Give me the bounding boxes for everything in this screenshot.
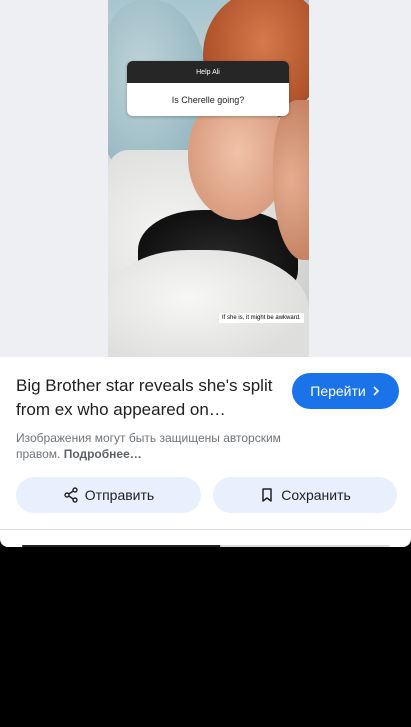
visit-button-label: Перейти — [310, 383, 366, 399]
learn-more-link[interactable]: Подробнее… — [64, 447, 142, 461]
question-header: Help Ali — [127, 61, 289, 83]
bookmark-icon — [262, 488, 272, 502]
copyright-notice: Изображения могут быть защищены авторски… — [16, 430, 296, 462]
chevron-right-icon — [373, 386, 379, 396]
visit-button[interactable]: Перейти — [292, 373, 399, 409]
result-image[interactable] — [108, 0, 309, 357]
image-viewer: Help Ali Is Cherelle going? If she is, i… — [0, 0, 411, 357]
save-label: Сохранить — [281, 487, 351, 503]
image-caption: If she is, it might be awkward. — [219, 313, 304, 323]
share-icon — [64, 487, 78, 503]
next-item-edge-light — [220, 545, 390, 547]
result-panel: Big Brother star reveals she's split fro… — [0, 357, 411, 547]
share-label: Отправить — [84, 487, 155, 503]
question-text: Is Cherelle going? — [127, 83, 289, 116]
next-item-edge — [22, 545, 222, 547]
share-button[interactable]: Отправить — [16, 477, 201, 513]
question-sticker: Help Ali Is Cherelle going? — [127, 61, 289, 116]
save-button[interactable]: Сохранить — [213, 477, 397, 513]
result-title[interactable]: Big Brother star reveals she's split fro… — [16, 374, 281, 422]
copyright-text: Изображения могут быть защищены авторски… — [16, 431, 281, 461]
divider — [0, 529, 411, 530]
